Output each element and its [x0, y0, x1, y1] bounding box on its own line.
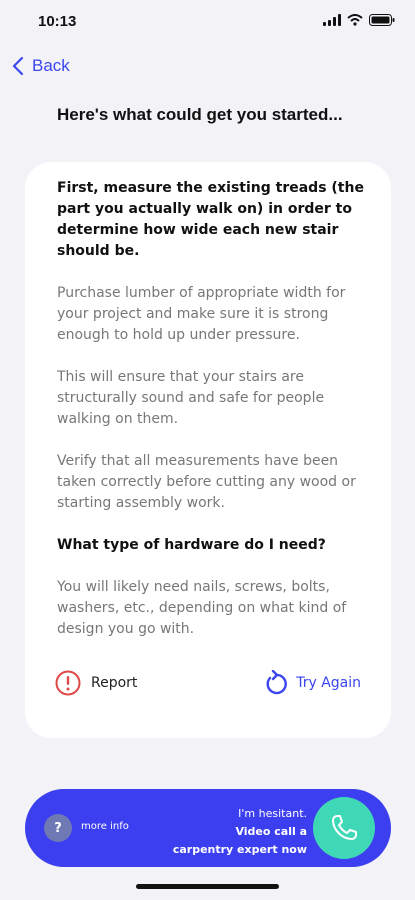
refresh-icon: [266, 670, 288, 695]
phone-icon: [332, 815, 357, 840]
page-title: Here's what could get you started...: [57, 105, 343, 124]
back-label: Back: [32, 56, 70, 75]
more-info-button[interactable]: ?: [44, 814, 72, 842]
try-again-label: Try Again: [296, 675, 361, 691]
status-time: 10:13: [38, 13, 77, 30]
home-indicator: [136, 884, 279, 889]
chevron-left-icon: [12, 56, 24, 76]
alert-icon: [55, 670, 81, 696]
intro-text: First, measure the existing treads (the …: [57, 180, 364, 259]
status-icons: [323, 14, 395, 26]
signal-icon: [323, 14, 341, 26]
paragraph-hardware: You will likely need nails, screws, bolt…: [57, 579, 347, 637]
wifi-icon: [347, 14, 363, 26]
more-info-label[interactable]: more info: [81, 821, 129, 832]
answer-content: First, measure the existing treads (the …: [57, 178, 367, 661]
back-button[interactable]: Back: [12, 56, 70, 76]
paragraph-verify: Verify that all measurements have been t…: [57, 453, 356, 511]
battery-icon: [369, 14, 395, 26]
video-line-hesitant: I'm hesitant.: [238, 807, 307, 820]
report-label: Report: [91, 675, 138, 691]
video-line-call: Video call a: [235, 825, 307, 838]
video-line-expert: carpentry expert now: [172, 843, 307, 856]
video-call-button[interactable]: [313, 797, 375, 859]
answer-card: First, measure the existing treads (the …: [25, 162, 391, 738]
try-again-button[interactable]: Try Again: [264, 670, 361, 696]
status-bar: 10:13: [0, 0, 415, 44]
video-call-text: I'm hesitant. Video call a carpentry exp…: [173, 805, 307, 859]
paragraph-structure: This will ensure that your stairs are st…: [57, 369, 325, 427]
report-button[interactable]: Report: [55, 670, 137, 696]
paragraph-lumber: Purchase lumber of appropriate width for…: [57, 285, 346, 343]
expert-call-bar: ? more info I'm hesitant. Video call a c…: [25, 789, 391, 867]
question-hardware: What type of hardware do I need?: [57, 537, 326, 553]
card-actions: Report Try Again: [55, 670, 361, 700]
